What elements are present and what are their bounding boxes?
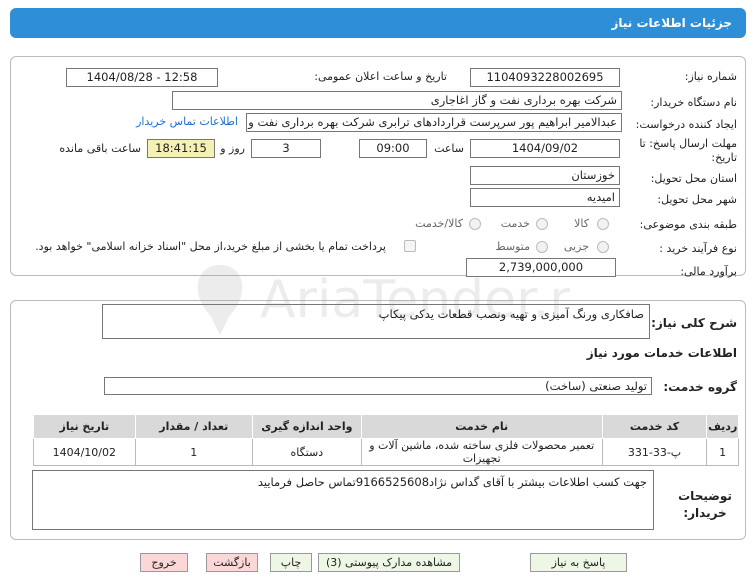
city-field: امیدیه xyxy=(470,188,620,207)
process-medium-label: متوسط xyxy=(495,240,530,253)
cell-need-date: 1404/10/02 xyxy=(33,438,136,466)
deadline-time-label: ساعت xyxy=(434,142,464,155)
buyer-contact-link[interactable]: اطلاعات تماس خریدار xyxy=(136,115,238,128)
treasury-payment-note: پرداخت تمام یا بخشی از مبلغ خرید،از محل … xyxy=(35,240,386,253)
description-text: صافکاری ورنگ آمیزی و تهیه ونصب قطعات یدک… xyxy=(378,307,644,321)
city-label: شهر محل تحویل: xyxy=(657,193,737,206)
view-attachments-button[interactable]: مشاهده مدارک پیوستی (3) xyxy=(318,553,460,572)
deadline-date-field: 1404/09/02 xyxy=(470,139,620,158)
col-service-code: کد خدمت xyxy=(601,414,708,439)
days-label: روز و xyxy=(220,142,245,155)
buyer-org-label: نام دستگاه خریدار: xyxy=(650,96,737,109)
deadline-time-field: 09:00 xyxy=(359,139,427,158)
cell-quantity: 1 xyxy=(134,438,253,466)
announce-date-label: تاریخ و ساعت اعلان عمومی: xyxy=(314,70,447,83)
need-number-label: شماره نیاز: xyxy=(684,70,737,83)
service-group-field: تولید صنعتی (ساخت) xyxy=(104,377,652,395)
services-table-header: ردیف کد خدمت نام خدمت واحد اندازه گیری ت… xyxy=(33,414,739,439)
announce-date-field: 1404/08/28 - 12:58 xyxy=(66,68,218,87)
col-need-date: تاریخ نیاز xyxy=(33,414,136,439)
buyer-notes-label: توضیحات خریدار: xyxy=(678,489,732,520)
creator-field: عبدالامیر ابراهیم پور سرپرست قراردادهای … xyxy=(246,113,622,132)
description-textarea: صافکاری ورنگ آمیزی و تهیه ونصب قطعات یدک… xyxy=(102,304,650,339)
creator-label: ایجاد کننده درخواست: xyxy=(635,118,737,131)
category-goods-radio[interactable] xyxy=(597,218,609,230)
cell-service-name: تعمیر محصولات فلزی ساخته شده، ماشین آلات… xyxy=(360,438,603,466)
exit-button[interactable]: خروج xyxy=(140,553,188,572)
category-goods-service-radio[interactable] xyxy=(469,218,481,230)
province-label: استان محل تحویل: xyxy=(650,172,737,185)
page-title: جزئیات اطلاعات نیاز xyxy=(10,8,746,38)
col-quantity: تعداد / مقدار xyxy=(134,414,253,439)
category-service-label: خدمت xyxy=(500,217,530,230)
col-unit: واحد اندازه گیری xyxy=(251,414,362,439)
print-button[interactable]: چاپ xyxy=(270,553,312,572)
deadline-label: مهلت ارسال پاسخ: تا تاریخ: xyxy=(639,137,737,164)
category-label: طبقه بندی موضوعی: xyxy=(639,218,737,231)
cell-unit: دستگاه xyxy=(251,438,362,466)
buyer-notes-text: جهت کسب اطلاعات بیشتر با آقای گداس نژاد9… xyxy=(257,475,647,489)
category-goods-service-label: کالا/خدمت xyxy=(415,217,463,230)
days-remaining-field: 3 xyxy=(251,139,321,158)
province-field: خوزستان xyxy=(470,166,620,185)
back-button[interactable]: بازگشت xyxy=(206,553,258,572)
description-label: شرح کلی نیاز: xyxy=(651,316,737,330)
remaining-time-field: 18:41:15 xyxy=(147,139,215,158)
estimate-field: 2,739,000,000 xyxy=(466,258,616,277)
cell-row-number: 1 xyxy=(706,438,739,466)
process-type-label: نوع فرآیند خرید : xyxy=(659,242,737,255)
category-goods-label: کالا xyxy=(574,217,589,230)
process-minor-radio[interactable] xyxy=(597,241,609,253)
estimate-label: برآورد مالی: xyxy=(680,265,737,278)
buyer-org-field: شرکت بهره برداری نفت و گاز اغاجاری xyxy=(172,91,622,110)
table-row: 1 پ-33-331 تعمیر محصولات فلزی ساخته شده،… xyxy=(33,438,739,466)
service-group-label: گروه خدمت: xyxy=(663,380,737,394)
remaining-time-label: ساعت باقی مانده xyxy=(59,142,141,155)
col-service-name: نام خدمت xyxy=(360,414,603,439)
services-section-title: اطلاعات خدمات مورد نیاز xyxy=(586,346,737,360)
cell-service-code: پ-33-331 xyxy=(601,438,708,466)
category-service-radio[interactable] xyxy=(536,218,548,230)
process-minor-label: جزیی xyxy=(563,240,589,253)
services-table: ردیف کد خدمت نام خدمت واحد اندازه گیری ت… xyxy=(33,414,739,466)
reply-button[interactable]: پاسخ به نیاز xyxy=(530,553,627,572)
process-medium-radio[interactable] xyxy=(536,241,548,253)
col-row-number: ردیف xyxy=(706,414,739,439)
treasury-payment-checkbox[interactable] xyxy=(404,240,416,252)
need-number-field: 1104093228002695 xyxy=(470,68,620,87)
buyer-notes-textarea: جهت کسب اطلاعات بیشتر با آقای گداس نژاد9… xyxy=(32,470,654,530)
